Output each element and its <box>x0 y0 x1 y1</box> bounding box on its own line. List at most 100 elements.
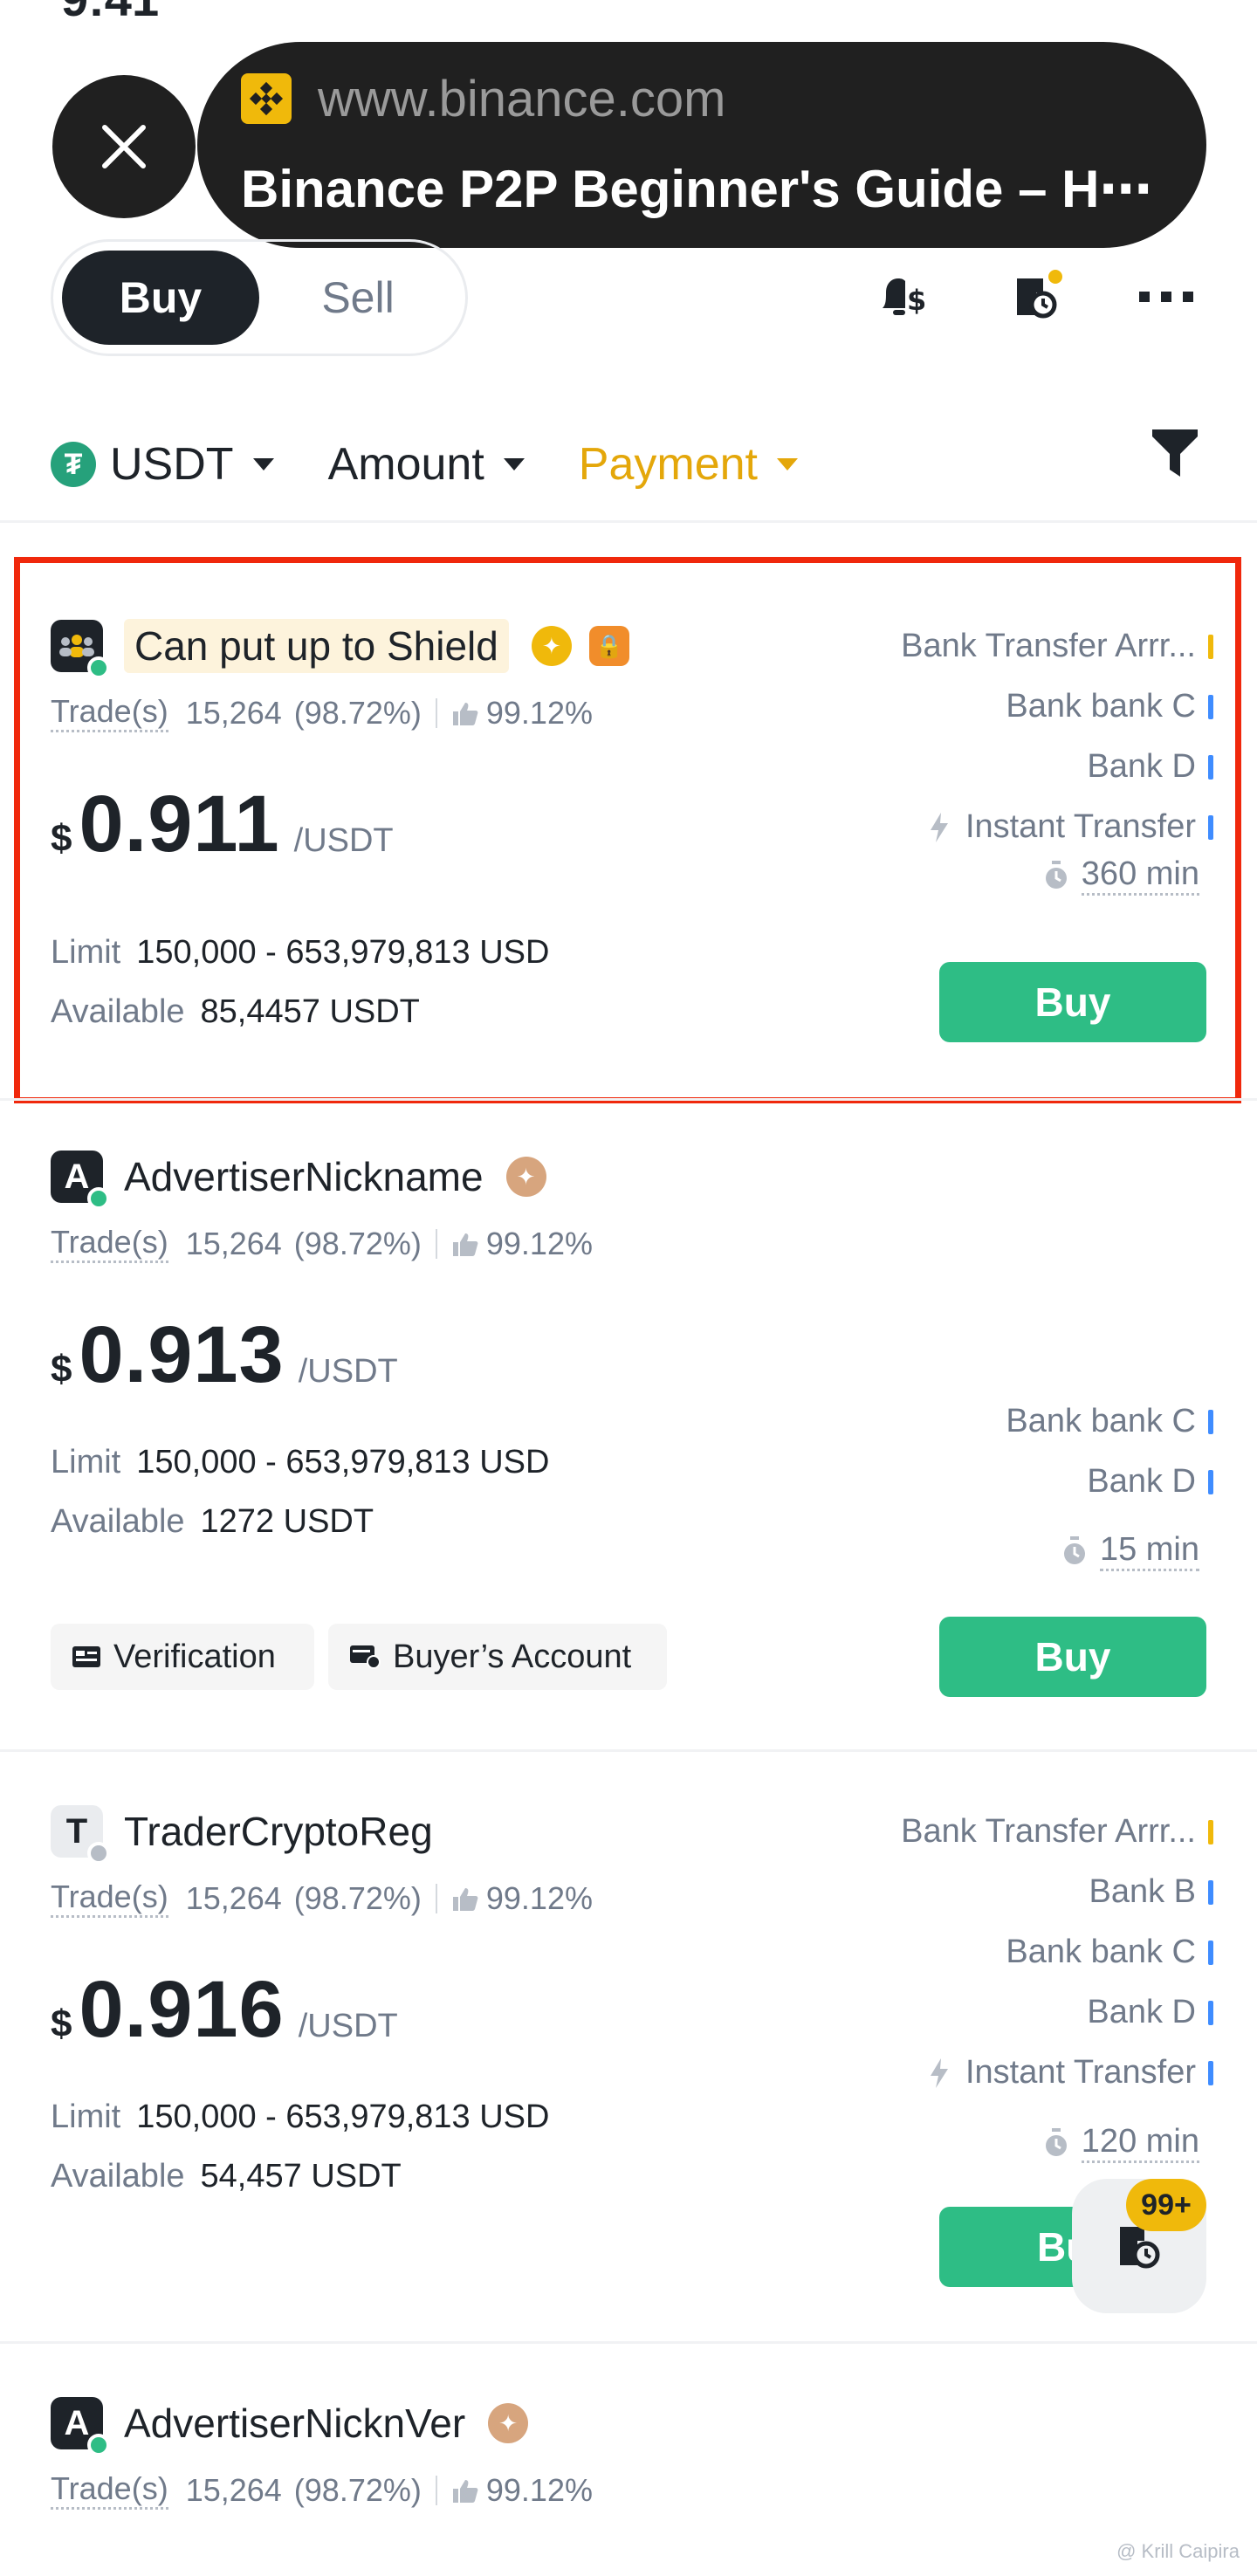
completion-rate: (98.72%) <box>293 1879 422 1916</box>
account-card-icon <box>350 1645 381 1669</box>
payment-method: Bank D <box>901 737 1213 797</box>
id-card-icon <box>72 1646 100 1667</box>
price-unit: /USDT <box>298 1353 398 1390</box>
buy-button[interactable]: Buy <box>939 1617 1206 1697</box>
trades-label[interactable]: Trade(s) <box>51 693 168 732</box>
trades-label[interactable]: Trade(s) <box>51 1224 168 1263</box>
trade-stats: Trade(s) 15,264 (98.72%) 99.12% <box>51 693 593 732</box>
order-history-icon <box>1017 270 1062 319</box>
price-value: 0.911 <box>79 780 280 869</box>
price-value: 0.913 <box>79 1310 285 1399</box>
payment-time-value[interactable]: 15 min <box>1099 1531 1199 1571</box>
more-icon <box>1139 292 1193 302</box>
online-indicator <box>87 1187 110 1210</box>
advertiser-row[interactable]: A AdvertiserNickname ✦ <box>51 1149 546 1210</box>
payment-method: Bank D <box>901 1982 1213 2043</box>
avatar <box>51 620 110 679</box>
price-alert-button[interactable]: $ <box>866 262 936 332</box>
advertiser-nickname[interactable]: Can put up to Shield <box>124 619 509 673</box>
trades-label[interactable]: Trade(s) <box>51 2470 168 2510</box>
payment-method: Bank Transfer Arrr... <box>901 616 1213 677</box>
divider <box>0 1098 1257 1101</box>
limit-value: 150,000 - 653,979,813 USD <box>136 934 550 971</box>
currency-symbol: $ <box>51 1348 72 1391</box>
filter-funnel-icon[interactable] <box>1149 424 1201 480</box>
payment-method: Bank B <box>901 1862 1213 1922</box>
thumbs-up-icon <box>452 1233 478 1256</box>
completion-rate: (98.72%) <box>293 2471 422 2508</box>
limit-value: 150,000 - 653,979,813 USD <box>136 2099 550 2135</box>
online-indicator <box>87 2434 110 2456</box>
filter-bar: ₮ USDT Amount Payment <box>0 410 1257 519</box>
page-title: Binance P2P Beginner's Guide – H⋯ <box>241 160 1152 218</box>
url-bar[interactable]: www.binance.com Binance P2P Beginner's G… <box>197 42 1206 248</box>
amount-filter-label: Amount <box>327 439 484 490</box>
rating: 99.12% <box>485 694 593 731</box>
separator <box>435 1883 437 1913</box>
advertiser-row[interactable]: A AdvertiserNicknVer ✦ <box>51 2395 529 2456</box>
available-label: Available <box>51 2158 185 2195</box>
trade-stats: Trade(s) 15,264 (98.72%) 99.12% <box>51 2470 593 2510</box>
buy-tab[interactable]: Buy <box>62 251 259 345</box>
payment-time-value[interactable]: 360 min <box>1081 855 1199 896</box>
bolt-icon <box>930 2057 948 2088</box>
thumbs-up-icon <box>452 2479 478 2503</box>
avatar: A <box>51 1151 110 1210</box>
limit-row: Limit 150,000 - 653,979,813 USD <box>51 1444 549 1481</box>
payment-time: 360 min <box>1043 855 1199 896</box>
advertiser-nickname[interactable]: TraderCryptoReg <box>124 1808 433 1855</box>
thumbs-up-icon <box>452 1887 478 1911</box>
completion-rate: (98.72%) <box>293 1225 422 1261</box>
trades-count: 15,264 <box>185 1225 282 1261</box>
separator <box>435 2475 437 2505</box>
trades-label[interactable]: Trade(s) <box>51 1879 168 1918</box>
asset-filter-label: USDT <box>110 439 234 490</box>
price: $ 0.911 /USDT <box>51 779 394 870</box>
available-value: 85,4457 USDT <box>200 993 420 1030</box>
payment-method: Instant Transfer <box>901 2043 1213 2103</box>
price: $ 0.913 /USDT <box>51 1309 398 1401</box>
advertiser-nickname[interactable]: AdvertiserNicknVer <box>124 2400 465 2447</box>
more-options-button[interactable] <box>1131 262 1201 332</box>
asset-filter[interactable]: ₮ USDT <box>51 438 274 491</box>
orders-count-badge: 99+ <box>1126 2179 1206 2231</box>
advertiser-row[interactable]: T TraderCryptoReg <box>51 1803 433 1865</box>
verification-tag: Verification <box>51 1624 314 1690</box>
rating: 99.12% <box>485 1225 593 1261</box>
timer-icon <box>1045 861 1067 889</box>
payment-method: Bank Transfer Arrr... <box>901 1802 1213 1862</box>
available-value: 54,457 USDT <box>200 2158 402 2195</box>
group-icon <box>59 635 94 657</box>
caret-down-icon <box>252 458 274 471</box>
limit-row: Limit 150,000 - 653,979,813 USD <box>51 934 549 972</box>
rating: 99.12% <box>485 2471 593 2508</box>
trades-count: 15,264 <box>185 2471 282 2508</box>
buy-button[interactable]: Buy <box>939 962 1206 1042</box>
trade-stats: Trade(s) 15,264 (98.72%) 99.12% <box>51 1224 593 1263</box>
sell-tab[interactable]: Sell <box>259 251 457 345</box>
merchant-badge-icon: ✦ <box>505 1157 546 1197</box>
avatar: T <box>51 1805 110 1865</box>
payment-method: Bank bank C <box>1006 1391 1213 1452</box>
timer-icon <box>1063 1536 1085 1564</box>
tether-icon: ₮ <box>51 442 96 487</box>
limit-label: Limit <box>51 2099 121 2135</box>
orders-button[interactable] <box>1002 262 1072 332</box>
payment-time: 15 min <box>1061 1531 1199 1571</box>
advertiser-row[interactable]: Can put up to Shield ✦ 🔒 <box>51 618 629 679</box>
advertiser-nickname[interactable]: AdvertiserNickname <box>124 1153 484 1200</box>
available-row: Available 85,4457 USDT <box>51 993 420 1031</box>
payment-methods: Bank Transfer Arrr... Bank bank C Bank D… <box>901 616 1213 857</box>
rating: 99.12% <box>485 1879 593 1916</box>
payment-method: Bank D <box>1006 1452 1213 1512</box>
currency-symbol: $ <box>51 2002 72 2045</box>
payment-time-value[interactable]: 120 min <box>1081 2123 1199 2163</box>
close-button[interactable] <box>52 75 196 218</box>
online-indicator <box>87 656 110 679</box>
payment-filter[interactable]: Payment <box>579 438 798 491</box>
caret-down-icon <box>503 458 525 471</box>
available-value: 1272 USDT <box>200 1503 374 1540</box>
limit-value: 150,000 - 653,979,813 USD <box>136 1444 550 1480</box>
amount-filter[interactable]: Amount <box>328 438 525 491</box>
watermark: @ Krill Caipira <box>1116 2540 1240 2562</box>
